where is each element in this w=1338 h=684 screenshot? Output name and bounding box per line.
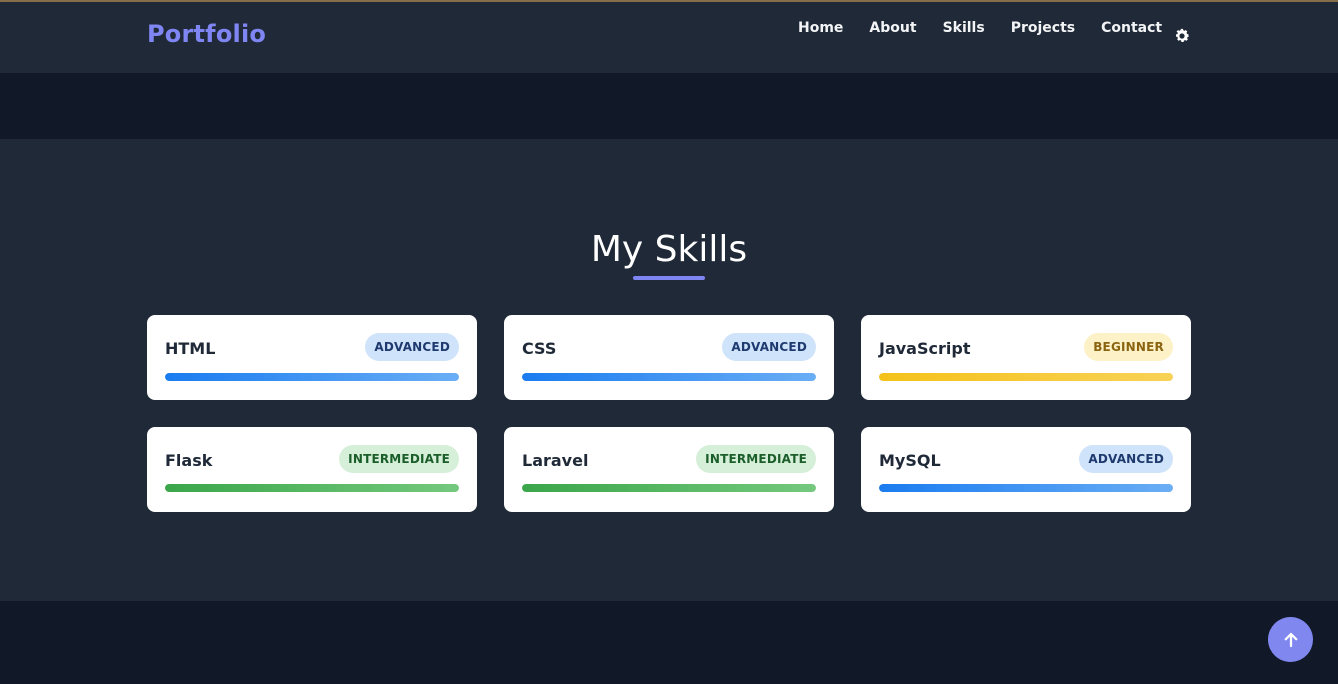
nav-link-skills[interactable]: Skills xyxy=(943,20,985,36)
skill-name: CSS xyxy=(522,339,557,358)
skill-name: MySQL xyxy=(879,451,941,470)
skill-name: HTML xyxy=(165,339,216,358)
skill-progress-track xyxy=(879,484,1173,492)
skill-card-mysql: MySQL ADVANCED xyxy=(861,427,1191,512)
skill-progress-fill xyxy=(879,484,1173,492)
skill-progress-track xyxy=(879,373,1173,381)
skill-card-css: CSS ADVANCED xyxy=(504,315,834,400)
brand-logo[interactable]: Portfolio xyxy=(147,20,266,48)
skill-progress-fill xyxy=(522,373,816,381)
skill-progress-fill xyxy=(165,373,459,381)
skills-section: My Skills HTML ADVANCED CSS ADVANCED Jav… xyxy=(0,139,1338,601)
skill-level-badge: ADVANCED xyxy=(365,333,459,361)
skill-progress-track xyxy=(522,373,816,381)
skill-progress-track xyxy=(522,484,816,492)
scroll-to-top-button[interactable] xyxy=(1268,617,1313,662)
footer-band xyxy=(0,601,1338,684)
hero-band xyxy=(0,73,1338,139)
navbar: Portfolio Home About Skills Projects Con… xyxy=(0,2,1338,73)
skill-card-html: HTML ADVANCED xyxy=(147,315,477,400)
nav-link-projects[interactable]: Projects xyxy=(1011,20,1075,36)
nav-link-contact[interactable]: Contact xyxy=(1101,20,1162,36)
skill-level-badge: INTERMEDIATE xyxy=(696,445,816,473)
skill-level-badge: INTERMEDIATE xyxy=(339,445,459,473)
skill-name: Laravel xyxy=(522,451,589,470)
skill-name: Flask xyxy=(165,451,213,470)
gear-icon xyxy=(1176,28,1190,42)
nav-link-home[interactable]: Home xyxy=(798,20,843,36)
nav-menu: Home About Skills Projects Contact xyxy=(798,20,1188,36)
skill-card-laravel: Laravel INTERMEDIATE xyxy=(504,427,834,512)
skill-progress-fill xyxy=(165,484,459,492)
skill-card-javascript: JavaScript BEGINNER xyxy=(861,315,1191,400)
skill-level-badge: ADVANCED xyxy=(722,333,816,361)
section-title: My Skills xyxy=(590,229,748,270)
skill-progress-track xyxy=(165,373,459,381)
skill-progress-track xyxy=(165,484,459,492)
nav-link-about[interactable]: About xyxy=(869,20,916,36)
skill-level-badge: ADVANCED xyxy=(1079,445,1173,473)
arrow-up-icon xyxy=(1284,632,1297,647)
skill-progress-fill xyxy=(522,484,816,492)
theme-toggle-button[interactable] xyxy=(1172,26,1192,46)
skill-level-badge: BEGINNER xyxy=(1084,333,1173,361)
title-underline xyxy=(633,276,705,280)
skill-card-flask: Flask INTERMEDIATE xyxy=(147,427,477,512)
skill-progress-fill xyxy=(879,373,1173,381)
skill-name: JavaScript xyxy=(879,339,971,358)
